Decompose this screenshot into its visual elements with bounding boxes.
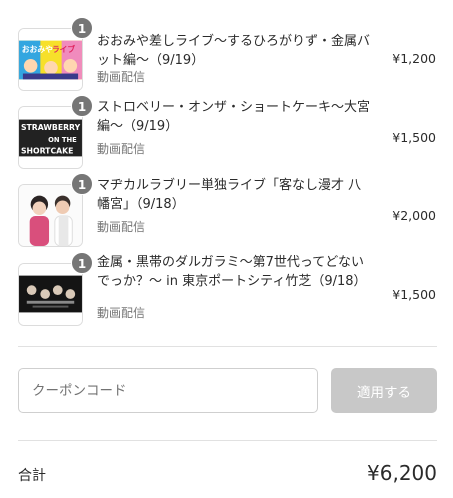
total-label: 合計 [18,468,46,484]
quantity-badge: 1 [71,95,93,117]
thumbnail-text: ライブ [52,44,75,54]
item-price: ¥1,500 [392,287,436,302]
item-thumbnail: STRAWBERRY ON THE SHORTCAKE [18,106,83,169]
item-type: 動画配信 [97,142,146,156]
item-price: ¥1,500 [392,130,436,145]
divider [18,440,437,441]
item-title: おおみや差しライブ〜するひろがりず・金属バット編〜（9/19） [97,34,371,68]
cart-item: おおみや ライブ 1 おおみや差しライブ〜するひろがりず・金属バット編〜（9/1… [0,17,453,100]
item-thumbnail: おおみや ライブ [18,28,83,91]
item-type: 動画配信 [97,306,146,320]
item-thumbnail-wrapper: 1 [18,252,93,326]
item-title: マヂカルラブリー単独ライブ「客なし漫才 八幡宮」（9/18） [97,178,362,212]
item-thumbnail-wrapper: 1 [18,173,93,247]
item-title: 金属・黒帯のダルガラミ〜第7世代ってどないでっか？〜 in 東京ポートシティ竹芝… [97,255,367,289]
item-price: ¥1,200 [392,51,436,66]
total-value: ¥6,200 [367,461,437,485]
coupon-code-input[interactable] [18,368,318,413]
item-type: 動画配信 [97,70,146,84]
thumbnail-text: ON THE [48,136,77,144]
quantity-badge: 1 [71,17,93,39]
quantity-badge: 1 [71,173,93,195]
thumbnail-image [19,264,82,325]
thumbnail-text: SHORTCAKE [21,146,73,155]
item-price: ¥2,000 [392,208,436,223]
quantity-badge: 1 [71,252,93,274]
item-thumbnail-wrapper: おおみや ライブ 1 [18,17,93,91]
item-title: ストロベリー・オンザ・ショートケーキ〜大宮編〜（9/19） [97,100,371,134]
item-thumbnail-wrapper: STRAWBERRY ON THE SHORTCAKE 1 [18,95,93,169]
thumbnail-text: STRAWBERRY [21,123,81,132]
item-type: 動画配信 [97,220,146,234]
thumbnail-image: STRAWBERRY ON THE SHORTCAKE [19,107,82,168]
item-thumbnail [18,184,83,247]
cart-item: STRAWBERRY ON THE SHORTCAKE 1 ストロベリー・オンザ… [0,95,453,178]
thumbnail-image: おおみや ライブ [19,29,82,90]
thumbnail-image [19,185,82,246]
divider [18,346,437,347]
item-thumbnail [18,263,83,326]
cart-item: 1 マヂカルラブリー単独ライブ「客なし漫才 八幡宮」（9/18） 動画配信 ¥2… [0,173,453,256]
cart-item: 1 金属・黒帯のダルガラミ〜第7世代ってどないでっか？〜 in 東京ポートシティ… [0,252,453,333]
apply-coupon-button[interactable]: 適用する [331,368,437,413]
thumbnail-text: おおみや [22,44,53,54]
